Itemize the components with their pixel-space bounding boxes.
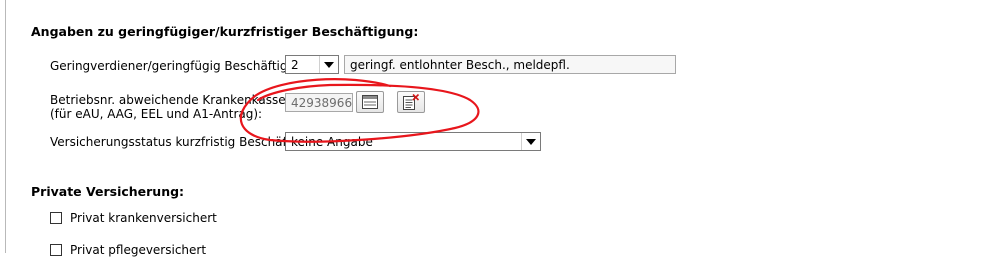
geringverdiener-label: Geringverdiener/geringfügig Beschäftigte… — [50, 59, 304, 73]
versicherungsstatus-select[interactable]: keine Angabe — [285, 132, 541, 151]
versicherungsstatus-value: keine Angabe — [291, 135, 373, 149]
geringverdiener-description-field: geringf. entlohnter Besch., meldepfl. — [344, 55, 676, 74]
betriebsnr-label-line1: Betriebsnr. abweichende Krankenkasse — [50, 93, 286, 107]
delete-button[interactable] — [397, 91, 425, 113]
betriebsnr-value: 42938966 — [291, 96, 353, 110]
betriebsnr-field[interactable]: 42938966 — [285, 93, 353, 112]
private-pflege-label: Privat pflegeversichert — [70, 243, 207, 257]
private-section-heading: Private Versicherung: — [31, 184, 185, 199]
employment-section-heading: Angaben zu geringfügiger/kurzfristiger B… — [31, 24, 419, 39]
betriebsnr-label-line2: (für eAU, AAG, EEL und A1-Antrag): — [50, 107, 263, 121]
geringverdiener-description: geringf. entlohnter Besch., meldepfl. — [350, 58, 570, 72]
list-table-icon — [362, 95, 378, 109]
geringverdiener-select[interactable]: 2 — [285, 55, 339, 74]
list-button[interactable] — [356, 91, 384, 113]
chevron-down-icon[interactable] — [319, 56, 338, 73]
private-kranken-checkbox[interactable] — [50, 212, 62, 224]
geringverdiener-value: 2 — [291, 58, 299, 72]
panel-left-border — [5, 0, 6, 253]
private-pflege-checkbox[interactable] — [50, 244, 62, 256]
private-kranken-label: Privat krankenversichert — [70, 211, 217, 225]
versicherungsstatus-label: Versicherungsstatus kurzfristig Beschäft… — [50, 135, 319, 149]
chevron-down-icon[interactable] — [521, 133, 540, 150]
document-delete-icon — [403, 94, 420, 110]
